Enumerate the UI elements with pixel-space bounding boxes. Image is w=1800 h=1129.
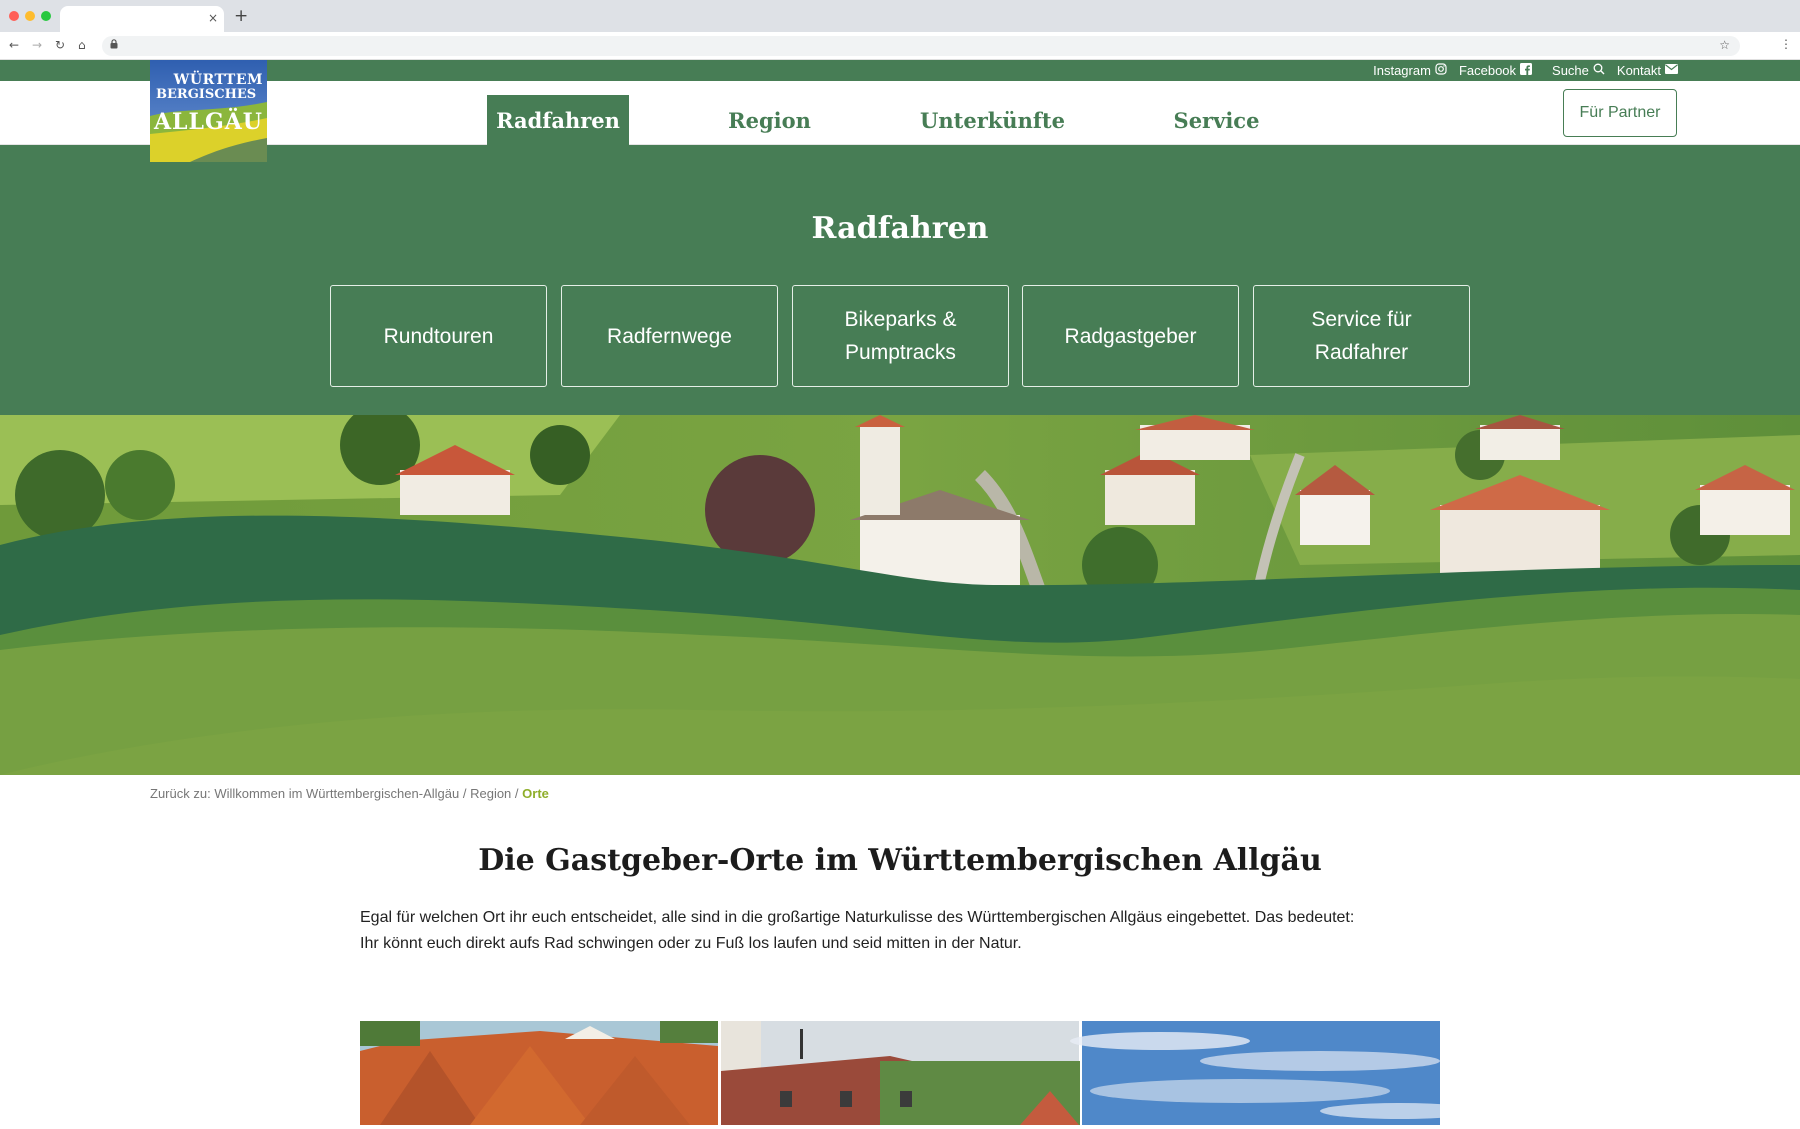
home-icon[interactable]: ⌂ (78, 37, 86, 53)
close-window-button[interactable] (9, 11, 19, 21)
logo-line-3: ALLGÄU (153, 109, 263, 135)
card-label-line-1: Service für (1311, 308, 1412, 331)
town-image-3[interactable] (1070, 1021, 1480, 1125)
radfahren-submenu: Radfahren Rundtouren Radfernwege Bikepar… (0, 145, 1800, 415)
facebook-link[interactable]: Facebook (1458, 63, 1533, 78)
submenu-card-service-radfahrer[interactable]: Service für Radfahrer (1253, 285, 1470, 387)
breadcrumb: Zurück zu: Willkommen im Württembergisch… (150, 786, 549, 801)
forward-icon[interactable]: → (32, 37, 42, 53)
logo-line-1: WÜRTTEM (173, 72, 263, 88)
nav-item-unterkuenfte[interactable]: Unterkünfte (910, 95, 1075, 145)
card-label-line-2: Pumptracks (845, 341, 956, 364)
lock-icon (110, 39, 118, 52)
logo-line-2: BERGISCHES (156, 87, 257, 102)
card-label: Radgastgeber (1064, 324, 1197, 348)
browser-tab[interactable]: × (60, 6, 224, 32)
page-title: Die Gastgeber-Orte im Württembergischen … (478, 843, 1322, 878)
instagram-label: Instagram (1373, 63, 1431, 78)
card-label-line-1: Bikeparks & (844, 308, 957, 331)
town-teaser-images (360, 1021, 1480, 1125)
partner-button[interactable]: Für Partner (1563, 89, 1677, 137)
submenu-card-bikeparks[interactable]: Bikeparks & Pumptracks (792, 285, 1009, 387)
submenu-card-rundtouren[interactable]: Rundtouren (330, 285, 547, 387)
address-bar[interactable]: ☆ (102, 36, 1740, 56)
search-label: Suche (1552, 63, 1589, 78)
town-image-2[interactable] (721, 1021, 1080, 1125)
nav-item-service[interactable]: Service (1160, 95, 1273, 145)
breadcrumb-current: Orte (522, 786, 549, 801)
top-link-bar: Instagram Facebook Suche Kontakt (0, 60, 1800, 81)
browser-tab-strip: × + (0, 0, 1800, 32)
close-tab-icon[interactable]: × (208, 10, 218, 26)
submenu-card-radfernwege[interactable]: Radfernwege (561, 285, 778, 387)
reload-icon[interactable]: ↻ (55, 37, 65, 53)
instagram-link[interactable]: Instagram (1373, 63, 1447, 78)
facebook-label: Facebook (1458, 63, 1517, 78)
contact-label: Kontakt (1616, 63, 1661, 78)
envelope-icon (1665, 64, 1678, 77)
nav-item-radfahren[interactable]: Radfahren (487, 95, 629, 145)
maximize-window-button[interactable] (41, 11, 51, 21)
search-icon (1593, 63, 1605, 78)
browser-toolbar: ← → ↻ ⌂ ☆ ⋮ (0, 32, 1800, 60)
submenu-card-radgastgeber[interactable]: Radgastgeber (1022, 285, 1239, 387)
card-label: Rundtouren (383, 324, 494, 348)
card-label: Radfernwege (607, 324, 732, 348)
intro-line-2: Ihr könnt euch direkt aufs Rad schwingen… (360, 935, 1022, 952)
instagram-icon (1435, 63, 1447, 78)
facebook-icon (1520, 63, 1533, 78)
town-image-1[interactable] (360, 1021, 718, 1125)
breadcrumb-separator: / (514, 786, 519, 801)
breadcrumb-link-home[interactable]: Willkommen im Württembergischen-Allgäu (214, 786, 459, 801)
bookmark-star-icon[interactable]: ☆ (1719, 38, 1730, 52)
card-label-line-2: Radfahrer (1314, 341, 1409, 364)
hero-image (0, 415, 1800, 775)
back-icon[interactable]: ← (9, 37, 19, 53)
main-navigation: Radfahren Region Unterkünfte Service Für… (0, 81, 1800, 145)
new-tab-button[interactable]: + (234, 6, 248, 26)
contact-link[interactable]: Kontakt (1617, 63, 1678, 78)
breadcrumb-separator: / (462, 786, 467, 801)
nav-item-region[interactable]: Region (706, 95, 833, 145)
site-logo[interactable]: WÜRTTEM BERGISCHES ALLGÄU (150, 60, 267, 162)
search-link[interactable]: Suche (1552, 63, 1605, 78)
submenu-title: Radfahren (811, 211, 989, 246)
breadcrumb-link-region[interactable]: Region (470, 786, 511, 801)
browser-menu-icon[interactable]: ⋮ (1780, 37, 1792, 51)
intro-line-1: Egal für welchen Ort ihr euch entscheide… (360, 909, 1355, 926)
village-aerial-photo (0, 415, 1800, 775)
minimize-window-button[interactable] (25, 11, 35, 21)
intro-text: Egal für welchen Ort ihr euch entscheide… (360, 905, 1450, 957)
breadcrumb-prefix: Zurück zu: (150, 786, 211, 801)
